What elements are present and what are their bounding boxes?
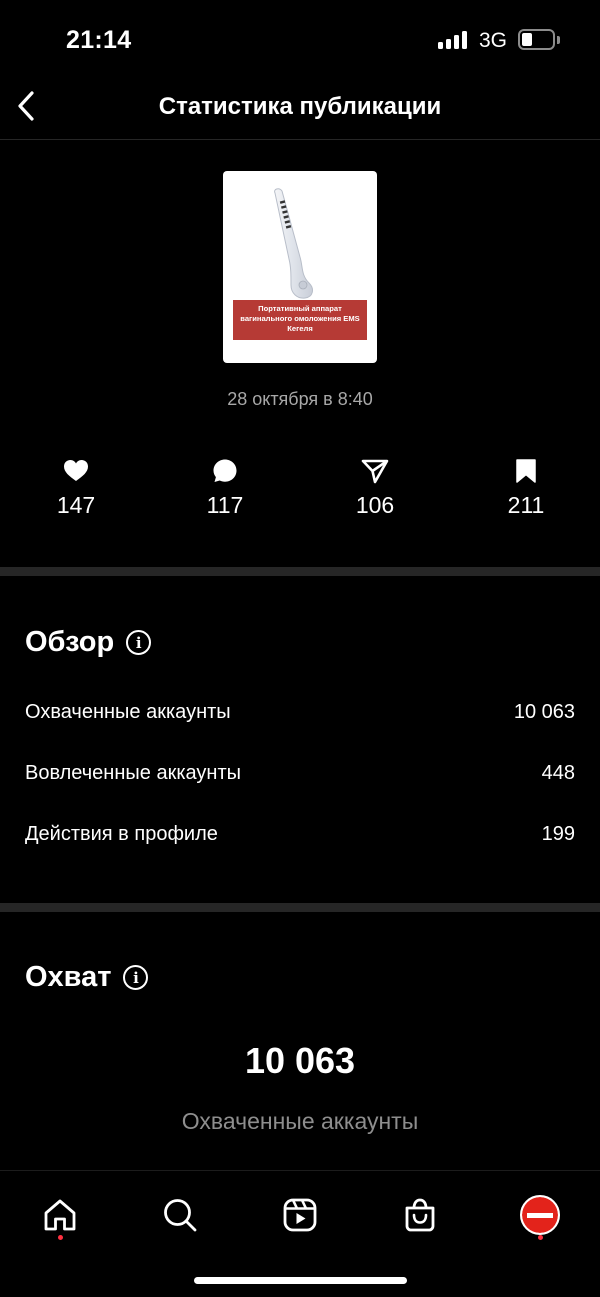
- section-divider: [0, 903, 600, 912]
- row-value: 10 063: [513, 701, 575, 723]
- post-date: 28 октября в 8:40: [227, 389, 373, 409]
- overview-title: Обзор: [25, 626, 115, 658]
- row-value: 448: [541, 762, 575, 784]
- profile-avatar: [520, 1195, 560, 1235]
- device-image: [274, 188, 313, 299]
- nav-header: Статистика публикации: [0, 80, 600, 140]
- comments-count: 117: [206, 492, 244, 518]
- status-time: 21:14: [66, 26, 132, 54]
- saves-stat[interactable]: 211: [476, 455, 576, 519]
- post-thumbnail[interactable]: Портативный аппарат вагинального омоложе…: [223, 171, 377, 363]
- comments-stat[interactable]: 117: [175, 455, 275, 519]
- home-indicator: [194, 1277, 407, 1284]
- shares-count: 106: [355, 492, 395, 518]
- tab-shop[interactable]: [390, 1185, 450, 1245]
- battery-cap: [557, 36, 560, 44]
- reach-value: 10 063: [244, 1040, 356, 1081]
- engagement-stats: 147 117 106 211: [0, 455, 600, 525]
- tab-search[interactable]: [150, 1185, 210, 1245]
- overview-row-profile-actions[interactable]: Действия в профиле 199: [25, 823, 575, 846]
- send-icon: [361, 459, 389, 484]
- product-banner: Портативный аппарат вагинального омоложе…: [233, 300, 367, 340]
- signal-icon: [438, 31, 468, 49]
- heart-icon: [64, 460, 88, 481]
- reels-icon: [283, 1198, 317, 1232]
- likes-count: 147: [56, 492, 96, 518]
- overview-row-reached: Охваченные аккаунты 10 063: [25, 701, 575, 724]
- home-notification-dot: [58, 1235, 63, 1240]
- overview-row-engaged: Вовлеченные аккаунты 448: [25, 762, 575, 785]
- row-label: Вовлеченные аккаунты: [25, 762, 241, 784]
- page-title: Статистика публикации: [158, 93, 442, 120]
- bookmark-icon: [516, 459, 536, 483]
- row-value: 199: [541, 823, 575, 845]
- home-icon: [44, 1199, 76, 1231]
- shares-stat[interactable]: 106: [325, 455, 425, 519]
- shop-icon: [405, 1198, 435, 1232]
- section-divider: [0, 567, 600, 576]
- profile-notification-dot: [538, 1235, 543, 1240]
- status-bar: 21:14 3G: [0, 0, 600, 80]
- reach-label: Охваченные аккаунты: [181, 1108, 419, 1134]
- info-icon[interactable]: i: [123, 965, 149, 990]
- reach-title: Охват: [25, 961, 112, 993]
- saves-count: 211: [507, 492, 545, 518]
- row-label: Действия в профиле: [25, 823, 218, 845]
- row-label: Охваченные аккаунты: [25, 701, 231, 723]
- reach-section-title: Охват i: [25, 961, 149, 994]
- tab-reels[interactable]: [270, 1185, 330, 1245]
- likes-stat[interactable]: 147: [26, 455, 126, 519]
- battery-icon: [518, 29, 555, 50]
- network-type: 3G: [479, 29, 508, 52]
- search-icon: [164, 1199, 197, 1232]
- overview-section-title: Обзор i: [25, 626, 152, 659]
- comment-icon: [213, 459, 237, 482]
- info-icon[interactable]: i: [126, 630, 152, 655]
